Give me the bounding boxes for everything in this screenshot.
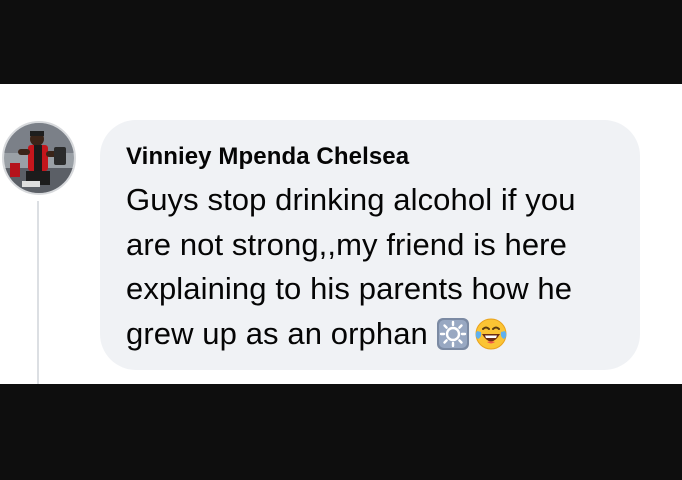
avatar[interactable]: [2, 121, 76, 195]
comment-bubble: Vinniey Mpenda Chelsea Guys stop drinkin…: [100, 120, 640, 370]
comment-panel: Vinniey Mpenda Chelsea Guys stop drinkin…: [0, 84, 682, 384]
face-with-tears-of-joy-icon: [475, 318, 507, 349]
comment-author-name[interactable]: Vinniey Mpenda Chelsea: [126, 140, 622, 174]
comment-text-line: explaining to his parents how he: [126, 271, 573, 306]
comment-text: Guys stop drinking alcohol if you are no…: [126, 178, 622, 356]
comment-text-line: Guys stop drinking alcohol if you: [126, 182, 576, 217]
sun-with-face-icon: [436, 317, 469, 350]
comment-text-line: are not strong,,my friend is here: [126, 226, 567, 262]
avatar-photo: [4, 123, 74, 193]
comment-text-last-line: grew up as an orphan: [126, 312, 622, 357]
comment-text-line: grew up as an orphan: [126, 315, 428, 351]
reply-thread-line: [37, 201, 39, 384]
screenshot-frame: Vinniey Mpenda Chelsea Guys stop drinkin…: [0, 0, 682, 480]
